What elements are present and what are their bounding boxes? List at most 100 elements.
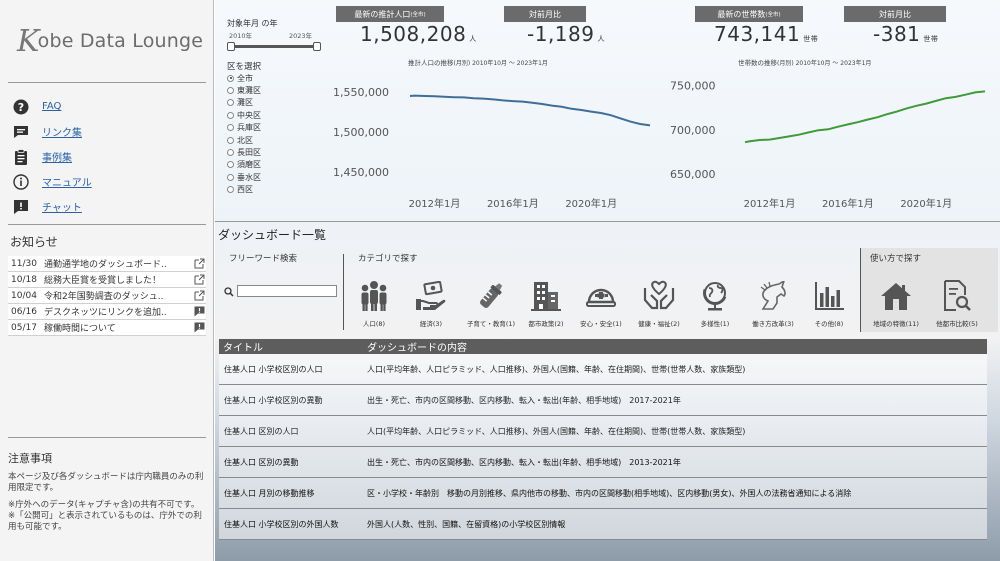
- notice-item[interactable]: 11/30 通勤通学地のダッシュボード..: [8, 256, 206, 272]
- nav-item-links[interactable]: リンク集: [12, 119, 92, 144]
- ward-option[interactable]: 灘区: [227, 97, 261, 109]
- category-economy[interactable]: 経済(3): [401, 278, 461, 328]
- table-header: タイトル ダッシュボードの内容: [219, 339, 987, 354]
- category-other[interactable]: その他(8): [799, 278, 859, 328]
- radio-button[interactable]: [227, 173, 234, 181]
- dashboard-title-cell[interactable]: 住基人口 小学校区別の外国人数: [219, 519, 367, 530]
- x-tick-label: 2016年1月: [822, 197, 874, 210]
- notice-item[interactable]: 06/16 デスクネッツにリンクを追加..: [8, 304, 206, 320]
- category-work-style-reform[interactable]: 働き方改革(3): [743, 278, 803, 328]
- radio-button[interactable]: [227, 99, 234, 107]
- year-to-label: 2023年: [289, 32, 313, 40]
- ward-option[interactable]: 須磨区: [227, 159, 261, 171]
- ward-option[interactable]: 兵庫区: [227, 122, 261, 134]
- radio-button[interactable]: [227, 161, 234, 169]
- radio-button[interactable]: [227, 111, 234, 119]
- table-row[interactable]: 住基人口 区別の異動 出生・死亡、市内の区間移動、区内移動、転入・転出(年齢、相手…: [219, 447, 987, 478]
- external-link-icon[interactable]: [192, 290, 206, 301]
- svg-text:?: ?: [18, 101, 24, 114]
- dashboard-table: タイトル ダッシュボードの内容 住基人口 小学校区別の人口 人口(平均年齢、人口ピ…: [219, 339, 987, 540]
- house-icon: [880, 278, 912, 314]
- nav-item-faq[interactable]: ? FAQ: [12, 94, 92, 119]
- dashboard-title-cell[interactable]: 住基人口 小学校区別の人口: [219, 364, 367, 375]
- notice-text[interactable]: 総務大臣賞を受賞しました！: [41, 273, 192, 286]
- dashboard-title-cell[interactable]: 住基人口 月別の移動推移: [219, 488, 367, 499]
- notice-item[interactable]: 05/17 稼働時間について: [8, 320, 206, 336]
- notice-text[interactable]: デスクネッツにリンクを追加..: [41, 305, 192, 318]
- y-tick-label: 1,550,000: [333, 86, 389, 99]
- ward-option[interactable]: 北区: [227, 134, 261, 146]
- year-slider-start-handle[interactable]: [227, 42, 235, 51]
- y-tick-label: 650,000: [670, 168, 716, 181]
- nav-link-faq[interactable]: FAQ: [42, 101, 61, 112]
- radio-button[interactable]: [227, 87, 234, 95]
- dashboard-content-cell: 人口(平均年齢、人口ピラミッド、人口推移)、外国人(国籍、年齢、在住期間)、世帯…: [367, 364, 746, 374]
- table-row[interactable]: 住基人口 小学校区別の異動 出生・死亡、市内の区間移動、区内移動、転入・転出(年齢…: [219, 385, 987, 416]
- ward-option[interactable]: 長田区: [227, 146, 261, 158]
- category-urban-policy[interactable]: 都市政策(2): [516, 278, 576, 328]
- nav-link-links[interactable]: リンク集: [42, 124, 82, 139]
- dashboard-list-title: ダッシュボード一覧: [218, 228, 327, 242]
- category-childcare-education[interactable]: 子育て・教育(1): [461, 278, 521, 328]
- year-slider-end-handle[interactable]: [313, 42, 321, 51]
- category-population[interactable]: 人口(8): [344, 278, 404, 328]
- nav-link-chat[interactable]: チャット: [42, 199, 82, 214]
- exclamation-bubble-icon[interactable]: [192, 322, 206, 333]
- table-row[interactable]: 住基人口 区別の人口 人口(平均年齢、人口ピラミッド、人口推移)、外国人(国籍、年…: [219, 416, 987, 447]
- category-safety[interactable]: 安心・安全(1): [571, 278, 631, 328]
- notice-text[interactable]: 通勤通学地のダッシュボード..: [41, 257, 192, 270]
- radio-button[interactable]: [227, 149, 234, 157]
- x-tick-label: 2012年1月: [744, 197, 796, 210]
- category-diversity[interactable]: 多様性(1): [685, 278, 745, 328]
- table-row[interactable]: 住基人口 小学校区別の外国人数 外国人(人数、性別、国籍、在留資格)の小学校区別情…: [219, 509, 987, 540]
- radio-button-selected[interactable]: [227, 74, 234, 82]
- dashboard-title-cell[interactable]: 住基人口 区別の異動: [219, 457, 367, 468]
- use-regional-features[interactable]: 地域の特徴(11): [866, 278, 926, 328]
- notice-text[interactable]: 稼働時間について: [41, 321, 192, 334]
- summary-panel: 対象年月 の年 2010年 2023年 区を選択 全市 東灘区 灘区 中央区 兵…: [215, 0, 1000, 222]
- population-line-chart[interactable]: 1,550,000 1,500,000 1,450,000 2012年1月 2016年1…: [325, 62, 655, 214]
- table-row[interactable]: 住基人口 小学校区別の人口 人口(平均年齢、人口ピラミッド、人口推移)、外国人(国…: [219, 354, 987, 385]
- ward-option[interactable]: 全市: [227, 72, 261, 84]
- notice-date: 11/30: [11, 258, 37, 269]
- nav-item-cases[interactable]: 事例集: [12, 144, 92, 169]
- year-from-label: 2010年: [229, 32, 253, 40]
- category-health-welfare[interactable]: 健康・福祉(2): [629, 278, 689, 328]
- year-range-slider[interactable]: [231, 45, 317, 48]
- radio-button[interactable]: [227, 186, 234, 194]
- nav-item-manual[interactable]: マニュアル: [12, 169, 92, 194]
- kpi-households-diff-header: 対前月比: [844, 6, 946, 22]
- dashboard-title-cell[interactable]: 住基人口 小学校区別の異動: [219, 395, 367, 406]
- notice-text[interactable]: 令和2年国勢調査のダッシュ..: [41, 289, 192, 302]
- dashboard-content-cell: 人口(平均年齢、人口ピラミッド、人口推移)、外国人(国籍、年齢、在住期間)、世帯…: [367, 426, 746, 436]
- radio-button[interactable]: [227, 124, 234, 132]
- notice-item[interactable]: 10/18 総務大臣賞を受賞しました！: [8, 272, 206, 288]
- exclamation-bubble-icon[interactable]: [192, 306, 206, 317]
- table-row[interactable]: 住基人口 月別の移動推移 区・小学校・年齢別 移動の月別推移、県内他市の移動、市内…: [219, 478, 987, 509]
- brand-logo[interactable]: Kobe Data Lounge: [17, 24, 203, 59]
- use-city-comparison[interactable]: 他都市比較(5): [927, 278, 987, 328]
- caution-paragraph: ※庁外へのデータ(キャプチャ含)の共有不可です。: [8, 500, 200, 510]
- nav-link-manual[interactable]: マニュアル: [42, 174, 92, 189]
- dashboard-content-cell: 外国人(人数、性別、国籍、在留資格)の小学校区別情報: [367, 519, 566, 529]
- nav-link-cases[interactable]: 事例集: [42, 149, 72, 164]
- notice-item[interactable]: 10/04 令和2年国勢調査のダッシュ..: [8, 288, 206, 304]
- x-tick-label: 2020年1月: [565, 197, 617, 210]
- nav-item-chat[interactable]: チャット: [12, 194, 92, 219]
- series-line: [409, 94, 651, 127]
- dashboard-title-cell[interactable]: 住基人口 区別の人口: [219, 426, 367, 437]
- external-link-icon[interactable]: [192, 258, 206, 269]
- globe-icon: [700, 278, 730, 314]
- dashboard-content-cell: 出生・死亡、市内の区間移動、区内移動、転入・転出(年齢、相手地域) 2017-2…: [367, 395, 681, 405]
- ward-option[interactable]: 西区: [227, 184, 261, 196]
- households-line-chart[interactable]: 750,000 700,000 650,000 2012年1月 2016年1月 2020年…: [660, 62, 990, 214]
- ward-option[interactable]: 垂水区: [227, 171, 261, 183]
- column-header-title: タイトル: [223, 343, 263, 354]
- ward-option[interactable]: 東灘区: [227, 84, 261, 96]
- y-tick-label: 1,450,000: [333, 166, 389, 179]
- radio-button[interactable]: [227, 136, 234, 144]
- ward-option[interactable]: 中央区: [227, 109, 261, 121]
- external-link-icon[interactable]: [192, 274, 206, 285]
- search-input[interactable]: [237, 285, 337, 297]
- notice-date: 10/18: [11, 274, 37, 285]
